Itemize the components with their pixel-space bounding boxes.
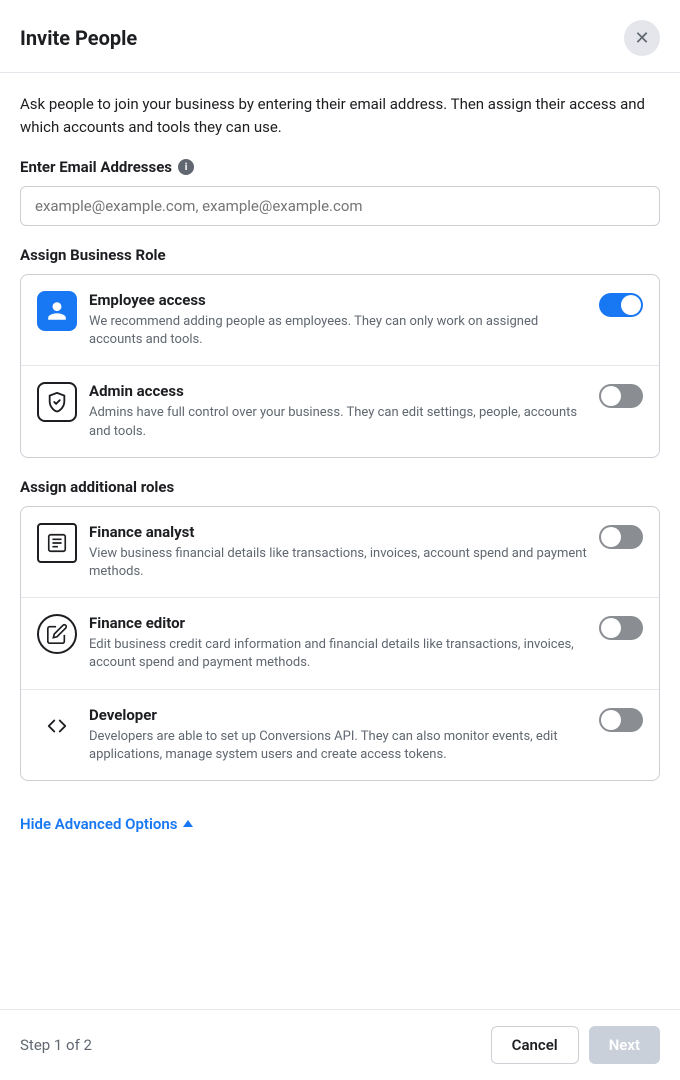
cancel-button[interactable]: Cancel [491, 1026, 579, 1064]
employee-toggle[interactable] [599, 293, 643, 317]
developer-content: Developer Developers are able to set up … [89, 706, 587, 764]
info-icon[interactable]: i [178, 159, 194, 175]
next-button[interactable]: Next [589, 1026, 660, 1064]
finance-analyst-toggle[interactable] [599, 525, 643, 549]
developer-name: Developer [89, 706, 587, 724]
admin-role-item: Admin access Admins have full control ov… [21, 366, 659, 456]
finance-editor-item: Finance editor Edit business credit card… [21, 598, 659, 689]
business-role-label: Assign Business Role [20, 246, 660, 264]
modal-body: Ask people to join your business by ente… [0, 73, 680, 1009]
finance-analyst-toggle-container [599, 523, 643, 549]
business-roles-box: Employee access We recommend adding peop… [20, 274, 660, 458]
admin-role-desc: Admins have full control over your busin… [89, 404, 587, 440]
admin-toggle[interactable] [599, 384, 643, 408]
finance-editor-toggle-container [599, 614, 643, 640]
footer-buttons: Cancel Next [491, 1026, 660, 1064]
invite-people-modal: Invite People ✕ Ask people to join your … [0, 0, 680, 1080]
close-icon: ✕ [634, 28, 649, 49]
admin-role-content: Admin access Admins have full control ov… [89, 382, 587, 440]
employee-role-item: Employee access We recommend adding peop… [21, 275, 659, 366]
employee-role-name: Employee access [89, 291, 587, 309]
employee-icon [37, 291, 77, 331]
finance-editor-icon [37, 614, 77, 654]
developer-desc: Developers are able to set up Conversion… [89, 728, 587, 764]
admin-icon [37, 382, 77, 422]
additional-roles-box: Finance analyst View business financial … [20, 506, 660, 781]
chevron-up-icon [183, 820, 193, 827]
finance-editor-content: Finance editor Edit business credit card… [89, 614, 587, 672]
employee-toggle-container [599, 291, 643, 317]
finance-editor-toggle[interactable] [599, 616, 643, 640]
finance-analyst-name: Finance analyst [89, 523, 587, 541]
description-text: Ask people to join your business by ente… [20, 93, 660, 138]
modal-title: Invite People [20, 26, 137, 50]
finance-analyst-content: Finance analyst View business financial … [89, 523, 587, 581]
developer-toggle[interactable] [599, 708, 643, 732]
hide-advanced-label: Hide Advanced Options [20, 815, 177, 833]
email-input[interactable] [20, 186, 660, 226]
step-label: Step 1 of 2 [20, 1036, 92, 1054]
close-button[interactable]: ✕ [624, 20, 660, 56]
employee-role-content: Employee access We recommend adding peop… [89, 291, 587, 349]
finance-editor-name: Finance editor [89, 614, 587, 632]
finance-editor-desc: Edit business credit card information an… [89, 636, 587, 672]
admin-toggle-container [599, 382, 643, 408]
modal-header: Invite People ✕ [0, 0, 680, 73]
employee-role-desc: We recommend adding people as employees.… [89, 313, 587, 349]
developer-toggle-container [599, 706, 643, 732]
finance-analyst-desc: View business financial details like tra… [89, 545, 587, 581]
additional-roles-label: Assign additional roles [20, 478, 660, 496]
admin-role-name: Admin access [89, 382, 587, 400]
finance-analyst-icon [37, 523, 77, 563]
developer-icon [37, 706, 77, 746]
developer-item: Developer Developers are able to set up … [21, 690, 659, 780]
modal-footer: Step 1 of 2 Cancel Next [0, 1009, 680, 1080]
finance-analyst-item: Finance analyst View business financial … [21, 507, 659, 598]
hide-advanced-button[interactable]: Hide Advanced Options [20, 801, 193, 847]
email-section-label: Enter Email Addresses i [20, 158, 660, 176]
